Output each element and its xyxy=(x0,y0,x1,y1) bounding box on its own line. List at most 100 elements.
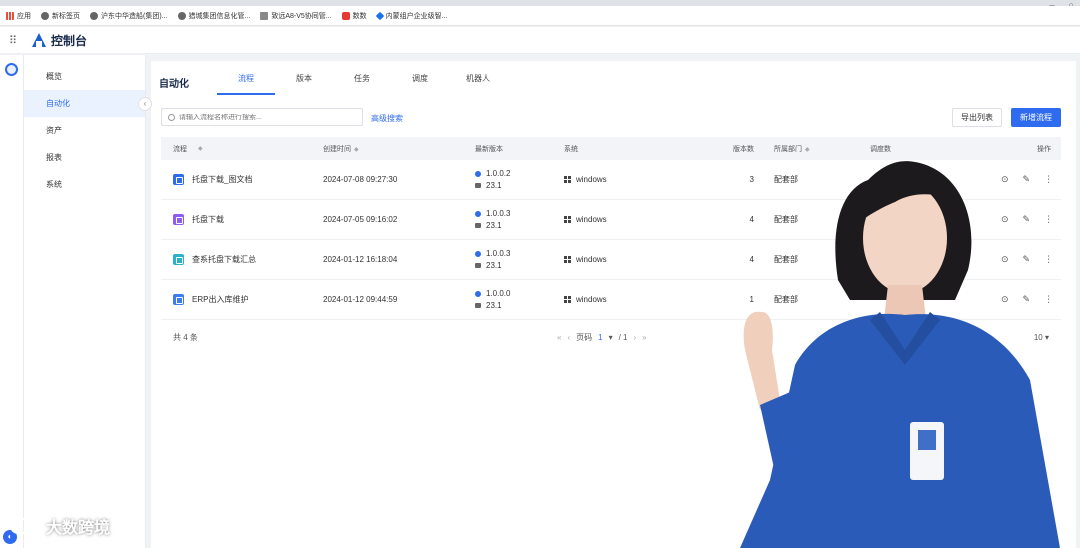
app-launcher-icon[interactable]: ⠿ xyxy=(2,34,24,47)
app-icon xyxy=(341,11,350,20)
page-label: 页码 xyxy=(576,332,593,342)
process-name-cell: 托盘下载 xyxy=(161,214,323,225)
presenter-badge-photo xyxy=(918,430,936,450)
tab-schedule[interactable]: 调度 xyxy=(391,69,449,95)
runtime-icon xyxy=(475,303,481,308)
tab-task[interactable]: 任务 xyxy=(333,69,391,95)
windows-icon xyxy=(564,256,571,264)
bookmarks-bar: 应用 新标签页 沪东中华造船(集团)... 猎城集团信息化管... 致远A8-V… xyxy=(0,6,1080,26)
process-icon xyxy=(173,294,184,305)
version-cell: 1.0.0.3 23.1 xyxy=(475,208,564,232)
process-name[interactable]: ERP出入库维护 xyxy=(192,294,248,305)
document-icon xyxy=(260,11,269,20)
bookmark-liecheng[interactable]: 猎城集团信息化管... xyxy=(177,11,250,21)
version-icon xyxy=(475,210,481,217)
system-cell: windows xyxy=(564,175,714,184)
sidebar-item-assets[interactable]: 资产 xyxy=(24,117,145,144)
tab-process[interactable]: 流程 xyxy=(217,69,275,95)
process-name[interactable]: 托盘下载_图文档 xyxy=(192,174,252,185)
total-count: 共 4 条 xyxy=(173,332,198,342)
runtime-version: 23.1 xyxy=(475,220,564,232)
created-time: 2024-07-05 09:16:02 xyxy=(323,215,398,224)
tab-robot[interactable]: 机器人 xyxy=(449,69,507,95)
app-logo[interactable]: 控制台 xyxy=(32,32,87,49)
windows-icon xyxy=(564,216,571,224)
next-page-icon[interactable]: › xyxy=(634,333,637,342)
search-icon xyxy=(168,113,175,121)
tab-version[interactable]: 版本 xyxy=(275,69,333,95)
sidebar-item-automation[interactable]: 自动化 xyxy=(24,90,145,117)
created-time: 2024-01-12 09:44:59 xyxy=(323,295,398,304)
bookmark-zhiyuan[interactable]: 致远A8-V5协同管... xyxy=(260,11,332,21)
bookmark-hudong[interactable]: 沪东中华造船(集团)... xyxy=(90,11,168,21)
left-rail: ◐ xyxy=(0,55,24,548)
app-title: 控制台 xyxy=(51,33,88,48)
windows-icon xyxy=(564,296,571,304)
windows-icon xyxy=(564,176,571,184)
console-icon[interactable] xyxy=(5,63,18,76)
advanced-search-link[interactable]: 高级搜索 xyxy=(371,113,403,124)
globe-icon xyxy=(41,11,49,20)
version-cell: 1.0.0.0 23.1 xyxy=(475,288,564,312)
system-cell: windows xyxy=(564,255,714,264)
sidebar-item-system[interactable]: 系统 xyxy=(24,171,145,198)
bookmark-neimeng[interactable]: 内蒙组户企业级智... xyxy=(375,11,447,21)
sort-icon: ◆ xyxy=(198,146,203,152)
export-list-button[interactable]: 导出列表 xyxy=(952,108,1002,127)
search-input[interactable] xyxy=(179,113,359,121)
latest-version: 1.0.0.2 xyxy=(475,168,564,180)
header-name[interactable]: 流程 ◆ xyxy=(161,144,323,154)
watermark-logo-icon xyxy=(10,518,40,534)
sort-icon: ◆ xyxy=(354,146,359,153)
globe-icon xyxy=(177,11,186,20)
process-name[interactable]: 托盘下载 xyxy=(192,214,224,225)
presenter-raised-hand xyxy=(743,311,780,410)
version-icon xyxy=(475,290,481,297)
process-name[interactable]: 查系托盘下载汇总 xyxy=(192,254,256,265)
created-time: 2024-07-08 09:27:30 xyxy=(323,175,398,184)
process-icon xyxy=(173,174,184,185)
first-page-icon[interactable]: « xyxy=(557,333,561,342)
bookmark-shushu[interactable]: 数数 xyxy=(341,11,367,21)
channel-watermark: 大数跨境 xyxy=(10,514,110,538)
last-page-icon[interactable]: » xyxy=(642,333,646,342)
latest-version: 1.0.0.3 xyxy=(475,248,564,260)
version-cell: 1.0.0.3 23.1 xyxy=(475,248,564,272)
prev-page-icon[interactable]: ‹ xyxy=(567,333,570,342)
process-name-cell: ERP出入库维护 xyxy=(161,294,323,305)
version-icon xyxy=(475,250,481,257)
search-field xyxy=(161,108,363,126)
latest-version: 1.0.0.0 xyxy=(475,288,564,300)
system-cell: windows xyxy=(564,215,714,224)
sidebar-nav: 概览 自动化 资产 报表 系统 xyxy=(24,55,146,548)
brand-logo-icon xyxy=(32,33,46,47)
dropdown-icon[interactable]: ▾ xyxy=(609,333,613,342)
total-pages: / 1 xyxy=(618,332,628,342)
runtime-icon xyxy=(475,223,481,228)
bookmark-apps[interactable]: 应用 xyxy=(6,11,31,21)
runtime-version: 23.1 xyxy=(475,180,564,192)
header-created[interactable]: 创建时间 ◆ xyxy=(323,144,475,154)
sidebar-item-reports[interactable]: 报表 xyxy=(24,144,145,171)
page-navigator: « ‹ 页码 1 ▾ / 1 › » xyxy=(557,332,647,343)
globe-icon xyxy=(90,11,98,20)
tab-bar: 自动化 流程 版本 任务 调度 机器人 xyxy=(159,69,507,95)
logo-icon xyxy=(375,11,384,20)
process-icon xyxy=(173,214,184,225)
app-header: ⠿ 控制台 xyxy=(0,27,1080,54)
process-icon xyxy=(173,254,184,265)
process-name-cell: 托盘下载_图文档 xyxy=(161,174,323,185)
bookmark-newtab[interactable]: 新标签页 xyxy=(41,11,80,21)
sidebar-item-overview[interactable]: 概览 xyxy=(24,63,145,90)
section-title: 自动化 xyxy=(159,78,189,90)
version-cell: 1.0.0.2 23.1 xyxy=(475,168,564,192)
header-system: 系统 xyxy=(564,145,578,153)
current-page-select[interactable]: 1 xyxy=(598,333,602,342)
new-process-button[interactable]: 新增流程 xyxy=(1011,108,1061,127)
runtime-icon xyxy=(475,263,481,268)
header-version: 最新版本 xyxy=(475,145,503,153)
collapse-sidebar-button[interactable]: ‹ xyxy=(138,97,152,111)
created-time: 2024-01-12 16:18:04 xyxy=(323,255,398,264)
version-icon xyxy=(475,170,481,177)
runtime-icon xyxy=(475,183,481,188)
